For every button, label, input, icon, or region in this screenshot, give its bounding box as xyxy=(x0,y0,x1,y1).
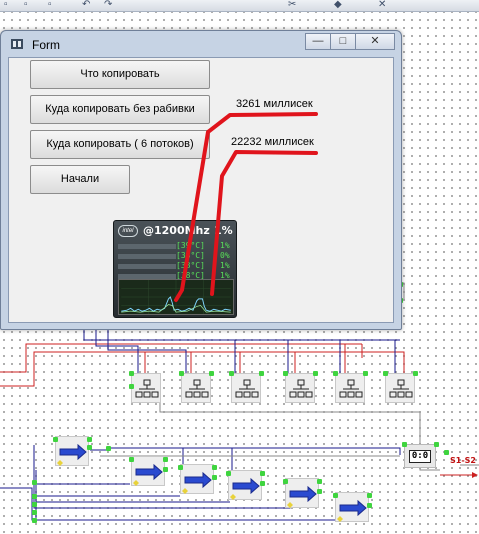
connector-pin[interactable] xyxy=(32,518,37,523)
network-node-block[interactable] xyxy=(333,371,368,403)
network-node-block[interactable] xyxy=(179,371,214,403)
process-arrow-block[interactable] xyxy=(53,436,92,466)
cpu-frequency: @1200Mhz xyxy=(143,224,210,237)
start-button[interactable]: Начали xyxy=(30,165,130,194)
timer-block[interactable]: 0:0 xyxy=(402,442,439,468)
minimize-button[interactable]: — xyxy=(305,33,331,50)
network-node-block[interactable] xyxy=(283,371,318,403)
connector-pin[interactable] xyxy=(106,446,111,451)
core-temp: [38°C] xyxy=(176,251,205,260)
process-arrow-block[interactable] xyxy=(129,456,168,486)
copy-destination-no-split-button[interactable]: Куда копировать без рабивки xyxy=(30,95,210,124)
network-node-block[interactable] xyxy=(229,371,264,403)
window-title: Form xyxy=(32,38,60,52)
connector-pin[interactable] xyxy=(32,502,37,507)
connector-pin[interactable] xyxy=(32,494,37,499)
connector-pin[interactable] xyxy=(444,450,449,455)
copy-destination-6-threads-button[interactable]: Куда копировать ( 6 потоков) xyxy=(30,130,210,159)
time-no-split-label: 3261 миллисек xyxy=(236,98,313,110)
cpu-usage-graph xyxy=(118,279,234,315)
network-node-block[interactable] xyxy=(383,371,418,403)
time-6-threads-label: 22232 миллисек xyxy=(231,136,314,148)
signal-label: S1-S2 xyxy=(450,456,476,465)
cpu-meter-gadget: intel @1200Mhz 1% [39°C] 1% [38°C] 0% [3… xyxy=(113,220,237,318)
timer-display: 0:0 xyxy=(409,450,431,463)
process-arrow-block[interactable] xyxy=(226,470,265,500)
core-temp: [39°C] xyxy=(176,241,205,250)
window-titlebar[interactable]: Form — □ ✕ xyxy=(1,31,401,57)
network-node-block[interactable] xyxy=(129,371,161,403)
cpu-core-row: [38°C] 1% xyxy=(118,261,234,271)
process-arrow-block[interactable] xyxy=(333,492,372,522)
connector-pin[interactable] xyxy=(32,510,37,515)
form-client-area: Что копировать Куда копировать без рабив… xyxy=(8,57,394,323)
process-arrow-block[interactable] xyxy=(283,478,322,508)
app-icon xyxy=(11,39,23,49)
core-percent: 1% xyxy=(220,241,230,250)
process-arrow-block[interactable] xyxy=(178,464,217,494)
core-temp: [38°C] xyxy=(176,261,205,270)
core-percent: 0% xyxy=(220,251,230,260)
what-to-copy-button[interactable]: Что копировать xyxy=(30,60,210,89)
cpu-core-row: [39°C] 1% xyxy=(118,241,234,251)
connector-pin[interactable] xyxy=(32,480,37,485)
intel-logo: intel xyxy=(118,225,138,237)
caption-buttons: — □ ✕ xyxy=(305,33,395,51)
form-window: Form — □ ✕ Что копировать Куда копироват… xyxy=(0,30,402,330)
cpu-total-percent: 1% xyxy=(214,224,233,237)
maximize-button[interactable]: □ xyxy=(330,33,356,50)
close-button[interactable]: ✕ xyxy=(355,33,395,50)
cpu-core-row: [38°C] 0% xyxy=(118,251,234,261)
core-percent: 1% xyxy=(220,261,230,270)
